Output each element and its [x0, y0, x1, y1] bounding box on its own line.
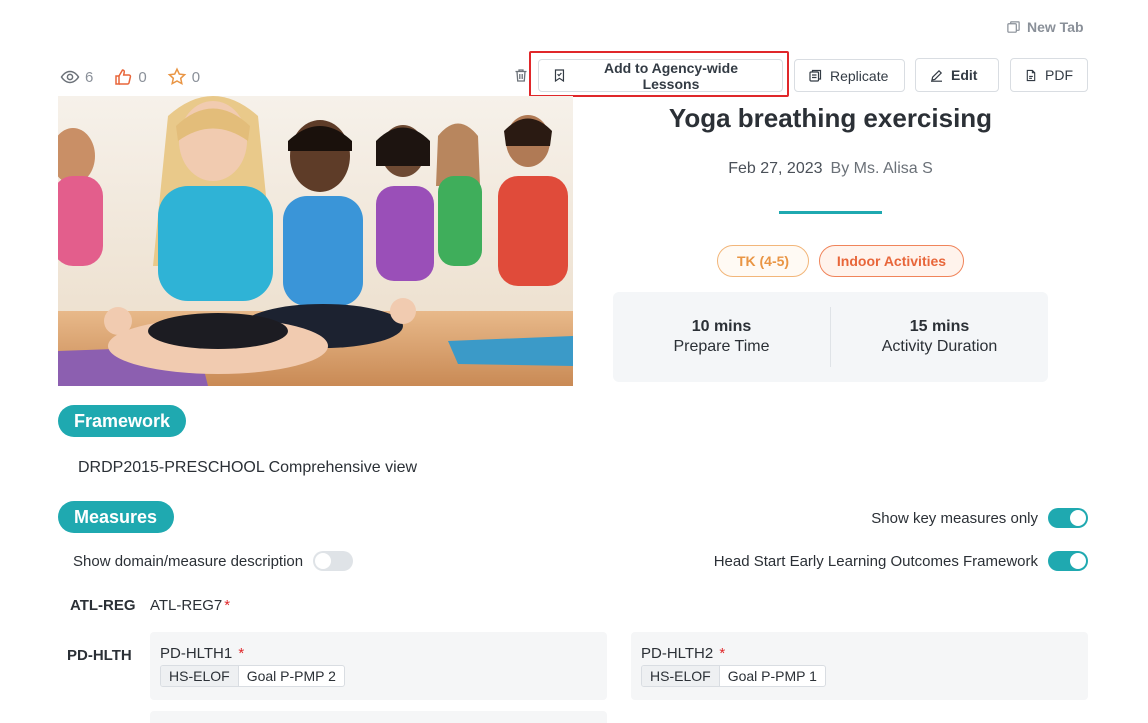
required-marker: * — [719, 645, 726, 662]
lesson-author: By Ms. Alisa S — [830, 160, 933, 177]
pdf-file-icon — [1026, 69, 1036, 81]
new-tab-link[interactable]: New Tab — [1006, 19, 1084, 35]
framework-name: DRDP2015-PRESCHOOL Comprehensive view — [78, 459, 418, 476]
measure-card-pd-hlth1: PD-HLTH1 * HS-ELOF Goal P-PMP 2 — [150, 632, 607, 700]
likes-count: 0 — [138, 68, 147, 86]
show-description-toggle-row: Show domain/measure description — [73, 551, 354, 571]
favorites-count: 0 — [191, 68, 201, 86]
head-start-framework-label: Head Start Early Learning Outcomes Frame… — [713, 552, 1038, 570]
edit-button[interactable]: Edit — [915, 58, 999, 92]
category-tag: Indoor Activities — [819, 245, 964, 277]
measure-title: PD-HLTH1 * — [160, 645, 597, 662]
measure-title: PD-HLTH2 * — [641, 645, 1078, 662]
time-summary: 10 mins Prepare Time 15 mins Activity Du… — [613, 292, 1048, 382]
delete-button[interactable] — [512, 66, 530, 84]
activity-duration: 15 mins Activity Duration — [831, 317, 1048, 357]
trash-icon — [515, 68, 527, 82]
lesson-cover-image — [58, 96, 573, 386]
show-key-measures-switch[interactable] — [1048, 508, 1088, 528]
head-start-framework-switch[interactable] — [1048, 551, 1088, 571]
measure-card-partial — [150, 711, 607, 723]
views-stat: 6 — [60, 67, 93, 87]
required-marker: * — [238, 645, 245, 662]
domain-label-pd-hlth: PD-HLTH — [67, 647, 132, 664]
new-tab-label: New Tab — [1027, 19, 1084, 35]
measure-atl-reg7: ATL-REG7 * — [150, 597, 230, 614]
lesson-title: Yoga breathing exercising — [668, 103, 993, 133]
measure-name: PD-HLTH2 — [641, 645, 714, 662]
pencil-icon — [931, 69, 943, 82]
edit-label: Edit — [951, 67, 978, 83]
lesson-tags: TK (4-5) Indoor Activities — [717, 245, 964, 277]
goal-chip: Goal P-PMP 1 — [727, 668, 817, 684]
activity-duration-value: 15 mins — [909, 318, 970, 335]
replicate-label: Replicate — [830, 67, 889, 84]
pdf-button[interactable]: PDF — [1010, 58, 1088, 92]
required-marker: * — [224, 597, 231, 614]
framework-chip: HS-ELOF — [642, 666, 720, 686]
highlight-box — [529, 51, 789, 97]
likes-stat[interactable]: 0 — [113, 67, 147, 87]
measures-heading: Measures — [58, 501, 174, 533]
show-description-switch[interactable] — [313, 551, 354, 571]
age-group-tag: TK (4-5) — [717, 245, 809, 277]
copy-icon — [809, 69, 822, 82]
switch-knob — [1070, 510, 1086, 526]
yoga-kids-illustration — [58, 96, 573, 386]
prepare-time-value: 10 mins — [691, 318, 752, 335]
replicate-button[interactable]: Replicate — [794, 59, 905, 92]
new-tab-icon — [1007, 20, 1020, 33]
pdf-label: PDF — [1045, 67, 1073, 83]
switch-knob — [1070, 553, 1086, 569]
framework-heading: Framework — [58, 405, 186, 437]
favorites-stat[interactable]: 0 — [167, 67, 200, 87]
eye-icon — [60, 70, 80, 84]
star-icon — [167, 67, 187, 86]
prepare-time: 10 mins Prepare Time — [613, 317, 830, 357]
title-divider — [779, 211, 882, 214]
measure-name: ATL-REG7 — [150, 597, 223, 614]
measure-alignment-chip: HS-ELOF Goal P-PMP 2 — [160, 665, 345, 687]
lesson-meta: Feb 27, 2023 By Ms. Alisa S — [613, 160, 1048, 178]
show-key-measures-label: Show key measures only — [871, 509, 1038, 527]
views-count: 6 — [85, 68, 94, 86]
measure-card-pd-hlth2: PD-HLTH2 * HS-ELOF Goal P-PMP 1 — [631, 632, 1088, 700]
switch-knob — [315, 553, 332, 569]
goal-chip: Goal P-PMP 2 — [246, 668, 336, 684]
measure-name: PD-HLTH1 — [160, 645, 233, 662]
prepare-time-label: Prepare Time — [673, 338, 770, 355]
domain-label-atl-reg: ATL-REG — [70, 597, 136, 614]
lesson-date: Feb 27, 2023 — [728, 160, 823, 177]
lesson-stats: 6 0 0 — [60, 67, 220, 87]
show-key-measures-toggle-row: Show key measures only — [871, 508, 1088, 528]
framework-chip: HS-ELOF — [161, 666, 239, 686]
thumbs-up-icon — [115, 69, 132, 85]
show-description-label: Show domain/measure description — [73, 552, 304, 570]
head-start-framework-toggle-row: Head Start Early Learning Outcomes Frame… — [714, 551, 1088, 571]
activity-duration-label: Activity Duration — [881, 338, 998, 355]
measure-alignment-chip: HS-ELOF Goal P-PMP 1 — [641, 665, 826, 687]
